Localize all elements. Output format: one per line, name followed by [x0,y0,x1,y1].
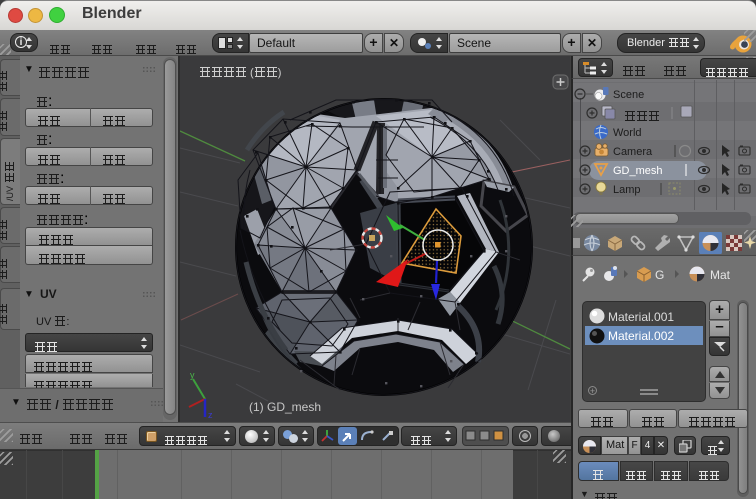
svg-text:G: G [655,268,664,282]
svg-text:Lamp: Lamp [613,184,641,196]
svg-text:Mat: Mat [710,268,731,282]
svg-text:GD_mesh: GD_mesh [613,165,663,177]
svg-text:World: World [613,127,642,139]
svg-text:z: z [208,410,213,420]
svg-text:y: y [190,370,195,380]
svg-text:Scene: Scene [613,89,644,101]
svg-text:Camera: Camera [613,146,653,158]
